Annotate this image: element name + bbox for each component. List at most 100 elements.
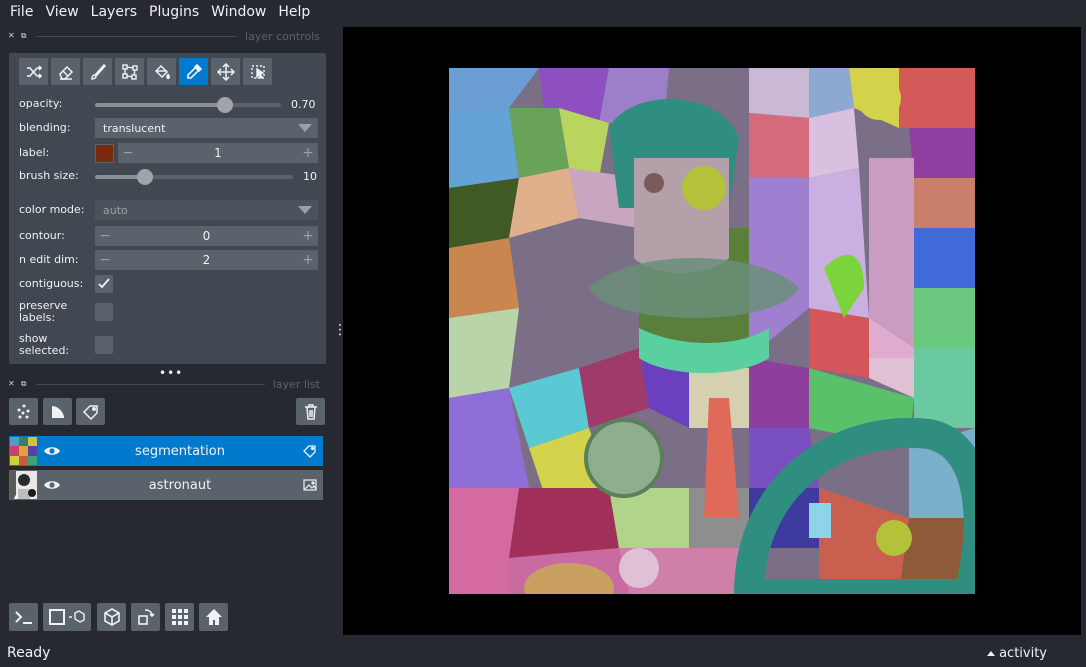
roll-dimensions-button[interactable] (97, 603, 126, 631)
cube-icon (103, 608, 120, 626)
move-arrows-icon (216, 62, 235, 81)
label-increment-icon[interactable]: + (298, 145, 318, 161)
contour-decrement-icon[interactable]: − (95, 228, 115, 244)
new-labels-layer-button[interactable] (76, 398, 105, 425)
paint-button[interactable] (83, 58, 112, 85)
contour-label: contour: (19, 229, 65, 242)
opacity-value: 0.70 (291, 97, 316, 111)
grid-mode-button[interactable] (165, 603, 194, 631)
menu-layers[interactable]: Layers (85, 0, 143, 24)
opacity-slider[interactable] (95, 94, 281, 114)
dock-float-icon[interactable]: ⧉ (21, 31, 27, 41)
blending-select[interactable]: translucent (95, 118, 318, 138)
contiguous-checkbox[interactable] (95, 275, 113, 293)
contour-spinbox[interactable]: − 0 + (95, 226, 318, 246)
label-spinbox[interactable]: − 1 + (118, 143, 318, 163)
eraser-icon (58, 65, 73, 80)
astronaut-thumbnail (10, 471, 37, 499)
polygon-button[interactable] (115, 58, 144, 85)
eye-icon[interactable] (41, 474, 63, 496)
dock-float-icon[interactable]: ⧉ (21, 379, 27, 389)
dock-title-divider (36, 35, 238, 37)
activity-label: activity (999, 646, 1047, 661)
contour-value: 0 (202, 229, 211, 243)
color-mode-select[interactable]: auto (95, 200, 318, 220)
menu-view[interactable]: View (39, 0, 84, 24)
polygon-icon (121, 63, 138, 80)
transform-button[interactable] (243, 58, 272, 85)
contour-increment-icon[interactable]: + (298, 228, 318, 244)
preserve-labels-checkbox[interactable] (95, 303, 113, 321)
label-decrement-icon[interactable]: − (118, 145, 138, 161)
menu-file[interactable]: File (4, 0, 39, 24)
menu-plugins-label: Plugins (149, 4, 200, 20)
n-edit-dim-value: 2 (202, 253, 211, 267)
color-mode-row: color mode: auto (19, 200, 319, 220)
select-transform-icon (250, 64, 265, 79)
delete-layer-button[interactable] (296, 398, 325, 425)
n-edit-dim-row: n edit dim: − 2 + (19, 250, 319, 270)
layer-row-astronaut[interactable]: astronaut (9, 470, 323, 500)
erase-button[interactable] (51, 58, 80, 85)
chevron-down-icon (298, 124, 312, 132)
ndisplay-button[interactable] (43, 603, 91, 631)
brush-size-row: brush size: 10 (19, 166, 319, 186)
eye-icon[interactable] (41, 440, 63, 462)
layer-name-astronaut[interactable]: astronaut (63, 478, 297, 493)
paint-bucket-icon (154, 64, 170, 79)
brush-size-label: brush size: (19, 169, 79, 182)
show-selected-row: show selected: (19, 331, 319, 359)
brush-size-slider[interactable] (95, 166, 293, 186)
console-button[interactable] (9, 603, 38, 631)
preserve-labels-row: preserve labels: (19, 298, 319, 326)
grid-icon (171, 609, 188, 625)
shapes-icon (51, 405, 64, 418)
brush-size-slider-thumb[interactable] (136, 169, 153, 185)
contiguous-row: contiguous: (19, 274, 319, 294)
layer-list-title: layer list (272, 377, 320, 391)
n-edit-dim-spinbox[interactable]: − 2 + (95, 250, 318, 270)
dock-close-icon[interactable]: ✕ (8, 379, 15, 389)
trash-icon (304, 403, 317, 420)
preserve-labels-label: preserve labels: (19, 299, 68, 324)
home-icon (205, 609, 222, 625)
shuffle-colors-button[interactable] (19, 58, 48, 85)
n-edit-dim-increment-icon[interactable]: + (298, 252, 318, 268)
dock-close-icon[interactable]: ✕ (8, 31, 15, 41)
menu-help[interactable]: Help (272, 0, 316, 24)
segmentation-image[interactable] (449, 68, 975, 594)
menu-view-label: View (45, 4, 79, 20)
viewer-canvas[interactable] (343, 27, 1081, 635)
n-edit-dim-decrement-icon[interactable]: − (95, 252, 115, 268)
layer-row-segmentation[interactable]: segmentation (9, 436, 323, 466)
pan-zoom-button[interactable] (211, 58, 240, 85)
new-shapes-layer-button[interactable] (43, 398, 72, 425)
opacity-slider-thumb[interactable] (217, 97, 234, 113)
menu-window[interactable]: Window (205, 0, 272, 24)
label-value: 1 (214, 146, 222, 160)
label-label: label: (19, 146, 50, 159)
menu-layers-label: Layers (90, 4, 137, 20)
transpose-button[interactable] (131, 603, 160, 631)
blending-row: blending: translucent (19, 118, 319, 138)
menu-file-label: File (10, 4, 34, 20)
fill-button[interactable] (147, 58, 176, 85)
blending-label: blending: (19, 121, 71, 134)
eyedropper-icon (186, 63, 202, 79)
show-selected-checkbox[interactable] (95, 336, 113, 354)
layer-buttons (9, 398, 325, 426)
n-edit-dim-label: n edit dim: (19, 253, 79, 266)
dock-title-divider (36, 383, 265, 385)
menu-window-label: Window (211, 4, 267, 20)
paintbrush-icon (90, 63, 106, 80)
layer-name-segmentation[interactable]: segmentation (63, 444, 297, 459)
color-mode-value: auto (103, 203, 128, 217)
new-points-layer-button[interactable] (9, 398, 38, 425)
menu-plugins[interactable]: Plugins (143, 0, 205, 24)
label-color-swatch[interactable] (95, 143, 114, 163)
activity-button[interactable]: activity (987, 646, 1047, 661)
caret-up-icon (987, 651, 996, 656)
menu-bar: File View Layers Plugins Window Help (0, 0, 1086, 24)
pick-button[interactable] (179, 58, 208, 85)
home-button[interactable] (199, 603, 228, 631)
